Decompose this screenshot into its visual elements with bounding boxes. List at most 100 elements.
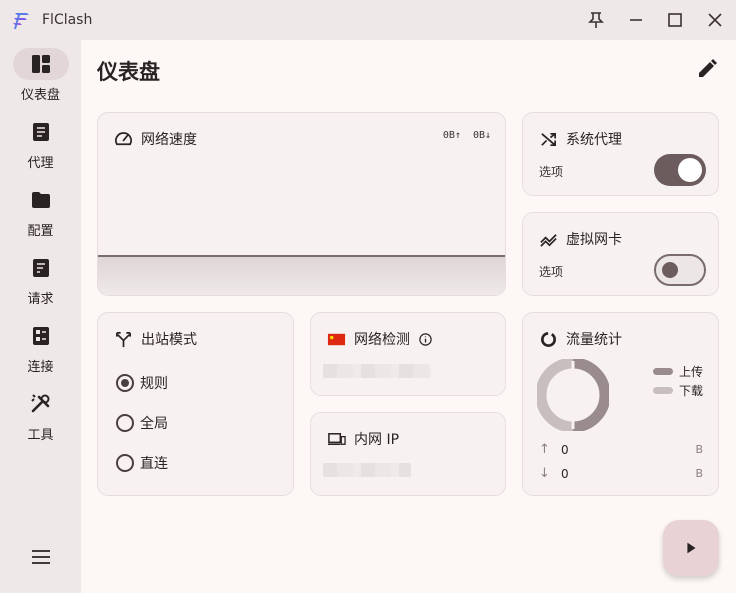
legend-label: 上传 [679, 365, 704, 379]
virtual-nic-toggle[interactable] [654, 254, 706, 286]
card-header: 内网 IP [327, 429, 399, 449]
minimize-button[interactable] [623, 8, 649, 32]
sidebar-item-label: 连接 [27, 360, 54, 375]
speedometer-icon [115, 131, 132, 145]
up-arrow-icon: ↑ [539, 442, 550, 457]
card-header: 流量统计 [539, 329, 622, 349]
redacted-ip-info [323, 364, 431, 378]
download-unit: B [695, 467, 703, 480]
network-check-card: 网络检测 [310, 312, 506, 396]
proxy-icon [32, 123, 49, 141]
download-speed: 0B↓ [472, 130, 491, 141]
tools-icon [30, 394, 49, 413]
upload-unit: B [695, 443, 703, 456]
toggle-knob [678, 158, 702, 182]
mode-option-direct[interactable]: 直连 [116, 453, 168, 473]
legend-label: 下载 [679, 384, 704, 398]
sidebar-item-label: 请求 [27, 292, 54, 307]
card-title: 出站模式 [141, 332, 197, 348]
card-title: 流量统计 [566, 332, 622, 348]
menu-button[interactable] [28, 545, 54, 569]
info-icon[interactable] [418, 332, 433, 347]
nav-pill [13, 116, 69, 148]
edit-icon [699, 59, 717, 77]
shuffle-icon [541, 132, 557, 146]
sidebar-item-proxy[interactable]: 代理 [0, 116, 81, 176]
play-icon [687, 542, 696, 554]
down-arrow-icon: ↓ [539, 466, 550, 481]
card-title: 系统代理 [566, 132, 622, 148]
sidebar: 仪表盘 代理 配置 请求 连接 工具 [0, 40, 81, 593]
maximize-icon [668, 13, 682, 27]
nav-pill [13, 388, 69, 420]
devices-icon [327, 432, 346, 445]
mode-option-label: 直连 [140, 456, 168, 472]
toggle-knob [662, 262, 678, 278]
virtual-nic-card: 虚拟网卡 选项 [522, 212, 719, 296]
upload-speed: 0B↑ [442, 130, 461, 141]
option-label: 选项 [539, 265, 564, 279]
close-button[interactable] [702, 8, 728, 32]
dashboard-icon [31, 55, 50, 73]
download-value: 0 [561, 467, 569, 481]
minimize-icon [630, 19, 642, 21]
sidebar-item-connections[interactable]: 连接 [0, 320, 81, 380]
donut-chart-icon [540, 331, 557, 347]
sidebar-item-tools[interactable]: 工具 [0, 388, 81, 448]
title-bar: FlClash [0, 0, 736, 40]
sidebar-item-label: 代理 [27, 156, 54, 171]
sidebar-item-label: 工具 [27, 428, 54, 443]
sidebar-item-requests[interactable]: 请求 [0, 252, 81, 312]
legend-upload: 上传 [653, 363, 703, 380]
redacted-ip-address [323, 463, 411, 477]
system-proxy-toggle[interactable] [654, 154, 706, 186]
legend-swatch [653, 387, 673, 394]
request-icon [32, 259, 49, 277]
mode-option-global[interactable]: 全局 [116, 413, 168, 433]
upload-segment [572, 359, 609, 431]
fork-icon [115, 331, 132, 347]
card-header: 虚拟网卡 [539, 229, 622, 249]
card-header: 出站模式 [114, 329, 197, 349]
start-button[interactable] [663, 520, 719, 576]
close-icon [708, 13, 722, 27]
mode-option-label: 规则 [140, 376, 168, 392]
page-title: 仪表盘 [97, 60, 160, 84]
card-header: 系统代理 [539, 129, 622, 149]
card-title: 内网 IP [354, 432, 400, 448]
card-title: 网络速度 [141, 132, 197, 148]
card-header: 网络速度 [114, 129, 197, 149]
outbound-mode-card: 出站模式 规则 全局 直连 [97, 312, 294, 496]
sidebar-item-profiles[interactable]: 配置 [0, 184, 81, 244]
pin-button[interactable] [583, 8, 609, 32]
menu-icon [32, 550, 50, 564]
folder-icon [31, 192, 50, 208]
sidebar-item-label: 配置 [27, 224, 54, 239]
speed-graph [98, 255, 505, 295]
option-label: 选项 [539, 165, 564, 179]
mode-option-rule[interactable]: 规则 [116, 373, 168, 393]
nav-pill [13, 184, 69, 216]
system-proxy-card: 系统代理 选项 [522, 112, 719, 196]
mode-option-label: 全局 [140, 416, 168, 432]
edit-button[interactable] [694, 56, 720, 82]
connection-icon [32, 327, 49, 345]
radio-button[interactable] [116, 374, 134, 392]
intranet-ip-card: 内网 IP [310, 412, 506, 496]
download-segment [537, 359, 574, 431]
nav-pill [12, 48, 69, 80]
maximize-button[interactable] [662, 8, 688, 32]
card-title: 虚拟网卡 [566, 232, 622, 248]
sidebar-item-dashboard[interactable]: 仪表盘 [0, 48, 81, 108]
speed-readout: 0B↑ 0B↓ [443, 130, 491, 141]
legend-download: 下载 [653, 382, 703, 399]
nav-pill [13, 252, 69, 284]
sidebar-item-label: 仪表盘 [20, 88, 60, 103]
card-header: 网络检测 [327, 329, 433, 349]
radio-button[interactable] [116, 414, 134, 432]
legend-swatch [653, 368, 673, 375]
nav-pill [13, 320, 69, 352]
traffic-stats-card: 流量统计 上传 下载 ↑ 0 B ↓ 0 B [522, 312, 719, 496]
radio-button[interactable] [116, 454, 134, 472]
network-speed-card: 网络速度 0B↑ 0B↓ [97, 112, 506, 296]
